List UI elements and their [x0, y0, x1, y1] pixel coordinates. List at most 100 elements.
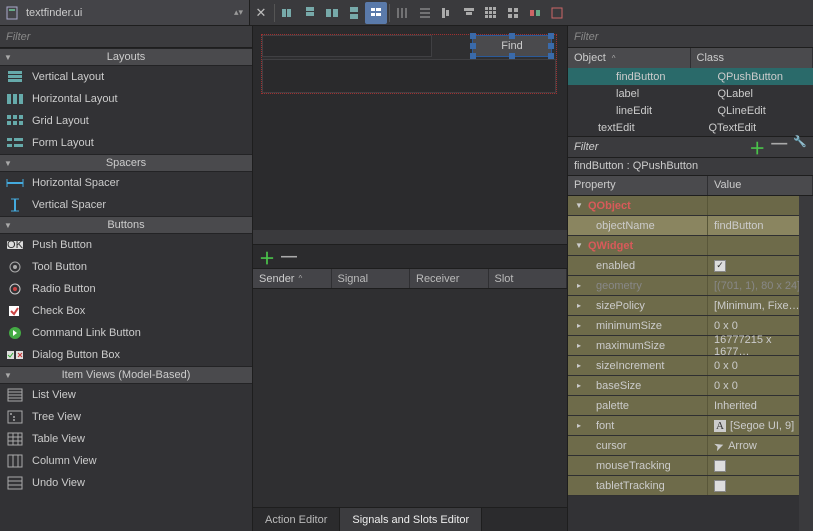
widget-icon: [6, 303, 24, 319]
category-header[interactable]: ▼Buttons: [0, 216, 252, 234]
add-prop-icon[interactable]: ＋: [749, 135, 765, 159]
prop-vscroll[interactable]: [799, 196, 813, 531]
object-row[interactable]: lineEditQLineEdit: [568, 102, 813, 119]
category-header[interactable]: ▼Spacers: [0, 154, 252, 172]
widget-icon: [6, 431, 24, 447]
object-filter[interactable]: Filter: [568, 26, 813, 48]
add-signal-icon[interactable]: ＋: [259, 245, 275, 269]
widget-item[interactable]: Vertical Spacer: [0, 194, 252, 216]
widgetbox-filter[interactable]: Filter: [0, 26, 252, 48]
widget-item[interactable]: Tool Button: [0, 256, 252, 278]
prop-row[interactable]: cursor➤ Arrow: [568, 436, 813, 456]
object-row[interactable]: labelQLabel: [568, 85, 813, 102]
wrench-icon[interactable]: 🔧: [793, 135, 807, 159]
toolbar-icons: ✕: [250, 0, 568, 25]
canvas-hscroll[interactable]: [253, 230, 567, 244]
grid-2x2-icon[interactable]: [502, 2, 524, 24]
widget-item[interactable]: Form Layout: [0, 132, 252, 154]
widget-icon: [6, 475, 24, 491]
layout-form-icon[interactable]: [365, 2, 387, 24]
property-table[interactable]: ▼QObjectobjectNamefindButton▼QWidgetenab…: [568, 196, 813, 531]
widget-icon: [6, 281, 24, 297]
find-button-widget[interactable]: Find: [472, 35, 552, 57]
widget-item[interactable]: Horizontal Layout: [0, 88, 252, 110]
col-object[interactable]: Object^: [568, 48, 691, 68]
align-h-icon[interactable]: [436, 2, 458, 24]
widget-item[interactable]: Horizontal Spacer: [0, 172, 252, 194]
signals-toolbar: ＋ —: [253, 245, 567, 269]
prop-row[interactable]: enabled✓: [568, 256, 813, 276]
prop-row[interactable]: objectNamefindButton: [568, 216, 813, 236]
form-root[interactable]: Find: [261, 34, 557, 94]
grid-h-icon[interactable]: [392, 2, 414, 24]
property-filter[interactable]: Filter ＋ — 🔧: [568, 136, 813, 158]
prop-row[interactable]: ▸maximumSize16777215 x 1677…: [568, 336, 813, 356]
top-toolbar: textfinder.ui ▴▾ ✕: [0, 0, 813, 26]
layout-split-v-icon[interactable]: [343, 2, 365, 24]
widget-item[interactable]: Command Link Button: [0, 322, 252, 344]
object-tree[interactable]: findButtonQPushButtonlabelQLabellineEdit…: [568, 68, 813, 136]
file-name: textfinder.ui: [26, 7, 82, 19]
widget-item[interactable]: Column View: [0, 450, 252, 472]
prop-group[interactable]: ▼QWidget: [568, 236, 813, 256]
widget-item[interactable]: Dialog Button Box: [0, 344, 252, 366]
file-icon: [6, 6, 20, 20]
adjust-size-icon[interactable]: [546, 2, 568, 24]
selection-label: findButton : QPushButton: [568, 158, 813, 176]
widget-item[interactable]: OKPush Button: [0, 234, 252, 256]
updown-icon[interactable]: ▴▾: [234, 7, 243, 18]
prop-row[interactable]: ▸sizePolicy[Minimum, Fixe…: [568, 296, 813, 316]
prop-row[interactable]: ▸baseSize0 x 0: [568, 376, 813, 396]
category-header[interactable]: ▼Layouts: [0, 48, 252, 66]
close-icon[interactable]: ✕: [250, 2, 272, 24]
tab-action-editor[interactable]: Action Editor: [253, 508, 340, 531]
layout-split-h-icon[interactable]: [321, 2, 343, 24]
layout-v-icon[interactable]: [299, 2, 321, 24]
widget-icon: [6, 113, 24, 129]
widget-item[interactable]: Grid Layout: [0, 110, 252, 132]
col-class[interactable]: Class: [691, 48, 813, 68]
widget-item[interactable]: Table View: [0, 428, 252, 450]
category-header[interactable]: ▼Item Views (Model-Based): [0, 366, 252, 384]
prop-row[interactable]: ▸fontA [Segoe UI, 9]: [568, 416, 813, 436]
object-row[interactable]: findButtonQPushButton: [568, 68, 813, 85]
tab-signals-slots[interactable]: Signals and Slots Editor: [340, 508, 482, 531]
widget-item[interactable]: Undo View: [0, 472, 252, 494]
prop-group[interactable]: ▼QObject: [568, 196, 813, 216]
prop-row[interactable]: ▸sizeIncrement0 x 0: [568, 356, 813, 376]
col-signal[interactable]: Signal: [332, 269, 411, 288]
widget-icon: [6, 175, 24, 191]
col-receiver[interactable]: Receiver: [410, 269, 489, 288]
widget-item[interactable]: List View: [0, 384, 252, 406]
prop-row[interactable]: paletteInherited: [568, 396, 813, 416]
col-slot[interactable]: Slot: [489, 269, 568, 288]
break-layout-icon[interactable]: [524, 2, 546, 24]
bottom-tabs: Action Editor Signals and Slots Editor: [253, 507, 567, 531]
file-selector[interactable]: textfinder.ui ▴▾: [0, 0, 250, 25]
object-row[interactable]: textEditQTextEdit: [568, 119, 813, 136]
prop-row[interactable]: ▸geometry[(701, 1), 80 x 24]: [568, 276, 813, 296]
col-value[interactable]: Value: [708, 176, 813, 195]
align-v-icon[interactable]: [458, 2, 480, 24]
widget-item[interactable]: Tree View: [0, 406, 252, 428]
widget-icon: OK: [6, 237, 24, 253]
grid-3x3-icon[interactable]: [480, 2, 502, 24]
col-sender[interactable]: Sender^: [253, 269, 332, 288]
widget-icon: [6, 135, 24, 151]
remove-prop-icon[interactable]: —: [771, 135, 787, 159]
textedit-widget[interactable]: [262, 59, 556, 93]
widget-item[interactable]: Check Box: [0, 300, 252, 322]
remove-signal-icon[interactable]: —: [281, 248, 297, 266]
layout-h-icon[interactable]: [277, 2, 299, 24]
signal-table-body[interactable]: [253, 289, 567, 507]
prop-row[interactable]: mouseTracking: [568, 456, 813, 476]
grid-v-icon[interactable]: [414, 2, 436, 24]
widget-item[interactable]: Radio Button: [0, 278, 252, 300]
col-property[interactable]: Property: [568, 176, 708, 195]
form-canvas[interactable]: Find: [253, 26, 567, 245]
prop-row[interactable]: tabletTracking: [568, 476, 813, 496]
lineedit-widget[interactable]: [262, 35, 432, 57]
widget-icon: [6, 387, 24, 403]
widget-item[interactable]: Vertical Layout: [0, 66, 252, 88]
widget-box: Filter ▼LayoutsVertical LayoutHorizontal…: [0, 26, 253, 531]
